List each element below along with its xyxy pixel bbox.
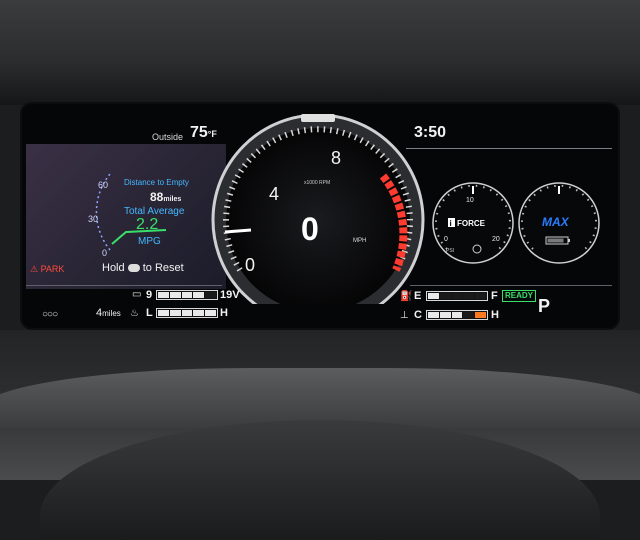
bottom-divider-left xyxy=(26,285,222,286)
iforce-boost-gauge: 10 0 20 i FORCE PSI xyxy=(432,182,514,264)
dashboard-lip xyxy=(0,368,640,428)
dte-value: 88miles xyxy=(150,190,182,204)
speed-value: 0 xyxy=(301,211,319,247)
voltage-bar xyxy=(156,290,218,300)
speed-unit: MPH xyxy=(353,238,366,244)
hybrid-brand: MAX xyxy=(542,215,570,229)
steering-button-icon xyxy=(127,264,140,273)
coolant-temp-icon: ⊥ xyxy=(400,310,409,321)
rpm-tick-2: 4 xyxy=(269,184,279,204)
odo-icon: ○○○ xyxy=(42,309,58,320)
speedometer: 0 4 8 x1000 RPM 0 MPH xyxy=(211,114,425,304)
dashboard-hood xyxy=(0,0,640,105)
volt-low-label: 9 xyxy=(146,289,153,301)
iforce-prefix: i xyxy=(450,219,452,228)
temp-hot-label: H xyxy=(491,309,499,321)
avg-value: 2.2 xyxy=(136,216,159,233)
odometer: 4miles xyxy=(96,307,121,319)
fuel-full-label: F xyxy=(491,290,498,302)
reset-hint: Hold to Reset xyxy=(102,262,184,274)
scale-60: 60 xyxy=(98,180,109,190)
gear-indicator: P xyxy=(538,296,551,316)
outside-label: Outside xyxy=(152,132,184,142)
oil-pressure-bar xyxy=(156,308,218,318)
scale-0: 0 xyxy=(102,248,108,258)
fuel-empty-label: E xyxy=(414,290,422,302)
avg-unit: MPG xyxy=(138,236,161,247)
temp-cold-label: C xyxy=(414,309,422,321)
trip-info-panel: 60 30 0 Distance to Empty 88miles Total … xyxy=(26,144,226,289)
iforce-tick-10: 10 xyxy=(466,197,474,204)
top-divider-right xyxy=(406,148,612,149)
dte-label: Distance to Empty xyxy=(124,178,189,187)
iforce-tick-20: 20 xyxy=(492,236,500,243)
speedo-top-marker xyxy=(301,114,335,122)
rpm-needle xyxy=(224,228,252,234)
scale-30: 30 xyxy=(88,214,99,224)
fuel-pump-icon: ⛽ xyxy=(400,291,413,302)
iforce-brand: FORCE xyxy=(457,219,486,228)
coolant-temp-bar xyxy=(426,310,488,320)
instrument-cluster-screen: Outside 75°F 3:50 60 30 0 Distance to Em… xyxy=(22,104,618,328)
oil-pressure-icon: ♨ xyxy=(130,308,139,319)
bottom-divider-right xyxy=(410,285,612,286)
park-brake-icon: ⚠ xyxy=(30,264,39,274)
park-brake-indicator: ⚠ PARK xyxy=(30,264,65,274)
rpm-tick-4: 8 xyxy=(331,148,341,168)
rpm-unit-label: x1000 RPM xyxy=(304,180,330,186)
iforce-tick-0: 0 xyxy=(444,236,448,243)
battery-icon: ▭ xyxy=(132,289,142,300)
oil-high-label: H xyxy=(220,307,228,319)
volt-high-label: 19V xyxy=(220,289,240,301)
ready-indicator: READY xyxy=(502,290,537,302)
hybrid-max-gauge: MAX xyxy=(518,182,600,264)
rpm-tick-0: 0 xyxy=(245,255,255,275)
oil-low-label: L xyxy=(146,307,153,319)
iforce-unit: PSI xyxy=(446,248,454,254)
fuel-level-bar xyxy=(426,291,488,301)
